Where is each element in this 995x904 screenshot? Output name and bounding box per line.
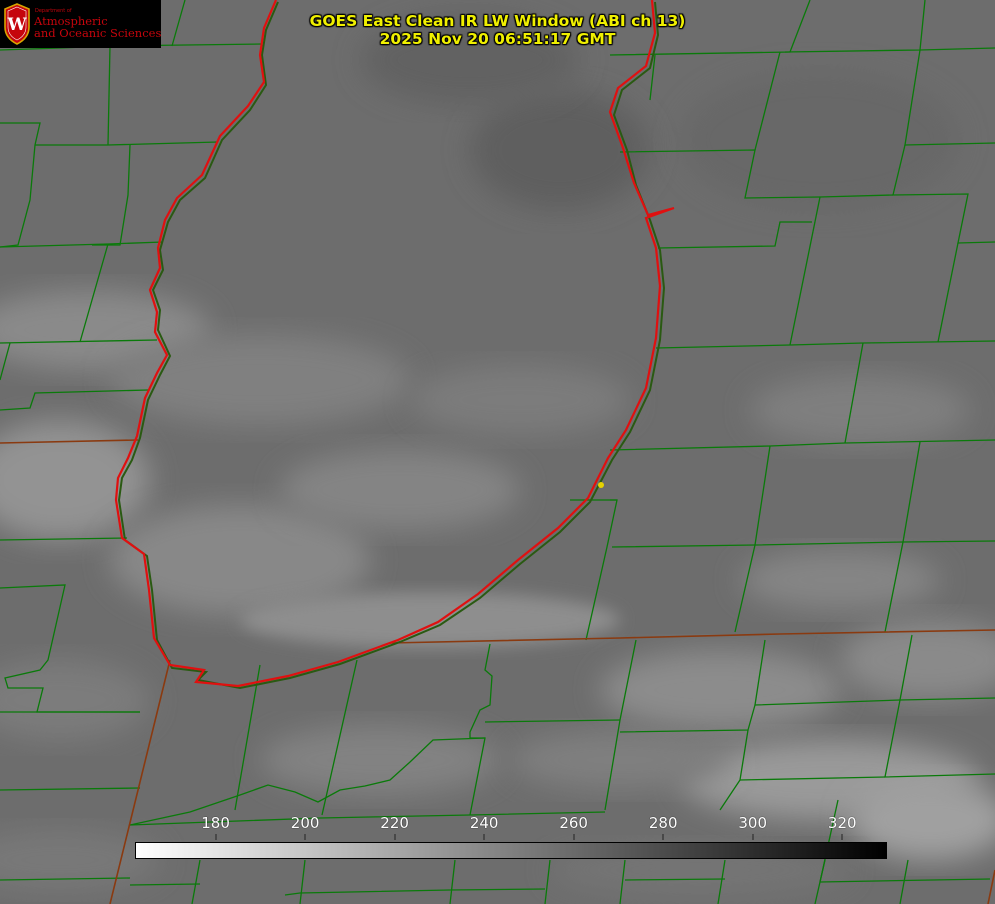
colorbar-tick-label: 280 bbox=[648, 814, 678, 832]
colorbar-tick-mark bbox=[662, 834, 664, 840]
station-marker-icon bbox=[598, 482, 604, 488]
image-title-product: GOES East Clean IR LW Window (ABI ch 13) bbox=[309, 12, 686, 30]
uw-crest-icon: W bbox=[4, 3, 30, 45]
colorbar-tick-label: 180 bbox=[201, 814, 230, 832]
colorbar-tick-label: 240 bbox=[469, 814, 499, 832]
colorbar-tick-label: 220 bbox=[380, 814, 409, 832]
colorbar-tick-label: 320 bbox=[827, 814, 857, 832]
uw-aos-logo: W Department of Atmospheric and Oceanic … bbox=[0, 0, 161, 48]
image-title: GOES East Clean IR LW Window (ABI ch 13)… bbox=[260, 12, 735, 48]
satellite-map: W Department of Atmospheric and Oceanic … bbox=[0, 0, 995, 904]
colorbar-tick-mark bbox=[573, 834, 575, 840]
colorbar-tick-label: 200 bbox=[290, 814, 320, 832]
colorbar-tick-label: 300 bbox=[738, 814, 768, 832]
colorbar-tick-mark bbox=[215, 834, 217, 840]
colorbar-tick-mark bbox=[483, 834, 485, 840]
image-title-timestamp: 2025 Nov 20 06:51:17 GMT bbox=[379, 30, 616, 48]
map-canvas bbox=[0, 0, 995, 904]
colorbar-tick-mark bbox=[304, 834, 306, 840]
colorbar-tick-mark bbox=[752, 834, 754, 840]
logo-line-oceanic: and Oceanic Sciences bbox=[34, 26, 162, 40]
colorbar bbox=[135, 842, 887, 859]
svg-text:W: W bbox=[6, 15, 27, 35]
colorbar-tick-labels: 180 200 220 240 260 280 300 320 bbox=[135, 814, 887, 840]
colorbar-tick-mark bbox=[394, 834, 396, 840]
colorbar-tick-mark bbox=[841, 834, 843, 840]
colorbar-tick-label: 260 bbox=[559, 814, 588, 832]
